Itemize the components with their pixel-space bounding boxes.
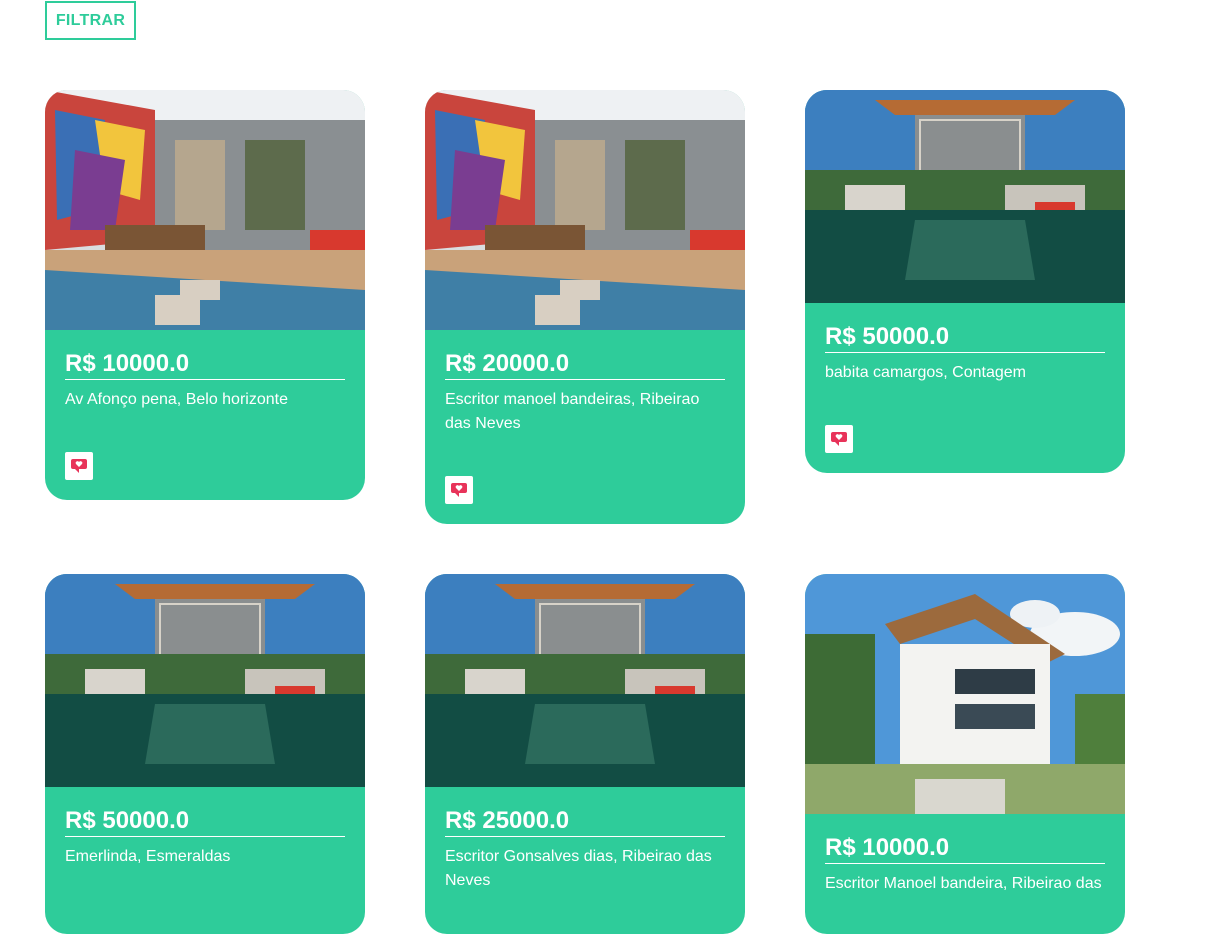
listing-price: R$ 20000.0 — [445, 350, 725, 380]
listing-price: R$ 25000.0 — [445, 807, 725, 837]
listing-card-3[interactable]: R$ 50000.0 babita camargos, Contagem — [805, 90, 1125, 473]
listing-address: Av Afonço pena, Belo horizonte — [65, 391, 288, 408]
listing-address: Escritor Manoel bandeira, Ribeirao das — [825, 875, 1102, 892]
filter-button[interactable]: FILTRAR — [45, 1, 136, 40]
listing-photo[interactable] — [425, 574, 745, 787]
listing-photo[interactable] — [45, 90, 365, 330]
favorite-button[interactable] — [65, 452, 93, 480]
listing-card-1[interactable]: R$ 10000.0 Av Afonço pena, Belo horizont… — [45, 90, 365, 500]
listing-photo[interactable] — [425, 90, 745, 330]
heart-message-icon — [451, 483, 467, 497]
listing-card-4[interactable]: R$ 50000.0 Emerlinda, Esmeraldas — [45, 574, 365, 934]
listing-card-2[interactable]: R$ 20000.0 Escritor manoel bandeiras, Ri… — [425, 90, 745, 524]
listing-address: babita camargos, Contagem — [825, 364, 1026, 381]
favorite-button[interactable] — [825, 425, 853, 453]
listing-address: Escritor manoel bandeiras, Ribeirao das … — [445, 391, 700, 432]
favorite-button[interactable] — [445, 476, 473, 504]
listing-price: R$ 10000.0 — [65, 350, 345, 380]
listing-photo[interactable] — [45, 574, 365, 787]
listing-card-5[interactable]: R$ 25000.0 Escritor Gonsalves dias, Ribe… — [425, 574, 745, 934]
listing-card-6[interactable]: R$ 10000.0 Escritor Manoel bandeira, Rib… — [805, 574, 1125, 934]
listing-price: R$ 50000.0 — [65, 807, 345, 837]
heart-message-icon — [831, 432, 847, 446]
listing-photo[interactable] — [805, 90, 1125, 303]
listing-price: R$ 50000.0 — [825, 323, 1105, 353]
listing-address: Emerlinda, Esmeraldas — [65, 848, 231, 865]
listing-photo[interactable] — [805, 574, 1125, 814]
listing-address: Escritor Gonsalves dias, Ribeirao das Ne… — [445, 848, 712, 889]
listing-price: R$ 10000.0 — [825, 834, 1105, 864]
heart-message-icon — [71, 459, 87, 473]
